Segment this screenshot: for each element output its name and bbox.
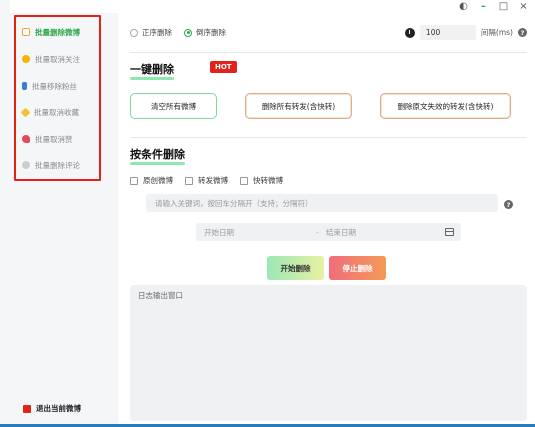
order-radio-group: 正序删除 倒序删除 <box>130 27 226 38</box>
clock-icon <box>404 27 415 38</box>
close-button[interactable]: × <box>518 1 529 12</box>
sidebar-item-unlike[interactable]: 批量取消赞 <box>22 132 73 146</box>
window-controls: ◐ – □ × <box>458 0 535 13</box>
checkbox-label: 原创微博 <box>143 176 173 185</box>
log-output-window[interactable]: 日志输出窗口 <box>130 285 527 421</box>
sidebar-item-label: 批量取消关注 <box>35 54 80 64</box>
post-type-filters: 原创微博 转发微博 快转微博 <box>130 175 283 186</box>
checkbox-box[interactable] <box>130 176 138 185</box>
clear-all-posts-button[interactable]: 清空所有微博 <box>130 93 217 119</box>
maximize-button[interactable]: □ <box>498 1 509 12</box>
quick-delete-title: 一键删除 <box>130 61 174 80</box>
date-range-picker[interactable]: 开始日期 - 结束日期 <box>196 223 461 241</box>
person-icon <box>22 55 30 63</box>
date-range-separator: - <box>316 227 319 237</box>
sidebar: 批量删除微博 批量取消关注 批量移除粉丝 批量取消收藏 批量取消赞 批量删除评论… <box>10 13 118 427</box>
original-posts-checkbox[interactable]: 原创微博 <box>130 175 173 186</box>
main-panel: 正序删除 倒序删除 100 间隔(ms) ? 一键删除 HOT 清空所有微博 删… <box>118 13 535 427</box>
sidebar-item-delete-posts[interactable]: 批量删除微博 <box>22 25 80 39</box>
comment-icon <box>22 161 30 169</box>
end-date-input[interactable]: 结束日期 <box>326 227 445 238</box>
heart-icon <box>22 135 30 143</box>
delete-all-reposts-button[interactable]: 删除所有转发(含快转) <box>245 93 352 119</box>
checkbox-label: 快转微博 <box>253 176 283 185</box>
hot-badge: HOT <box>210 61 237 73</box>
radio-circle[interactable] <box>184 28 192 37</box>
theme-toggle-icon[interactable]: ◐ <box>458 1 469 12</box>
logout-label: 退出当前微博 <box>36 404 81 413</box>
reposts-checkbox[interactable]: 转发微博 <box>185 175 228 186</box>
star-icon <box>20 107 31 117</box>
start-date-input[interactable]: 开始日期 <box>204 227 316 238</box>
sidebar-item-label: 批量取消赞 <box>35 134 73 144</box>
sidebar-item-label: 批量移除粉丝 <box>32 81 77 91</box>
sidebar-item-unfavorite[interactable]: 批量取消收藏 <box>20 105 79 119</box>
conditional-delete-title: 按条件删除 <box>130 146 185 165</box>
minimize-button[interactable]: – <box>478 1 489 12</box>
radio-circle[interactable] <box>130 28 138 37</box>
divider <box>130 52 527 53</box>
order-descending-radio[interactable]: 倒序删除 <box>184 27 226 38</box>
order-ascending-radio[interactable]: 正序删除 <box>130 27 172 38</box>
user-remove-icon <box>22 82 27 90</box>
keyword-help-icon[interactable]: ? <box>504 200 513 209</box>
sidebar-item-delete-comments[interactable]: 批量删除评论 <box>22 158 80 172</box>
sidebar-item-label: 批量删除微博 <box>35 27 80 37</box>
sidebar-highlight-box <box>14 15 101 181</box>
logout-icon <box>23 404 31 413</box>
logout-button[interactable]: 退出当前微博 <box>23 403 81 414</box>
sidebar-item-remove-fans[interactable]: 批量移除粉丝 <box>22 79 77 93</box>
left-edge-strip <box>0 0 10 427</box>
radio-label: 正序删除 <box>142 28 172 37</box>
quick-reposts-checkbox[interactable]: 快转微博 <box>240 175 283 186</box>
checkbox-label: 转发微博 <box>198 176 228 185</box>
divider <box>130 137 527 138</box>
sidebar-item-unfollow[interactable]: 批量取消关注 <box>22 52 80 66</box>
checkbox-box[interactable] <box>185 176 193 185</box>
calendar-icon[interactable] <box>445 228 454 236</box>
radio-label: 倒序删除 <box>196 28 226 37</box>
interval-input[interactable]: 100 <box>419 25 476 40</box>
stop-delete-button[interactable]: 停止删除 <box>329 256 386 280</box>
interval-unit-label: 间隔(ms) <box>480 28 513 37</box>
log-title: 日志输出窗口 <box>138 291 183 300</box>
sidebar-item-label: 批量删除评论 <box>35 160 80 170</box>
note-edit-icon <box>22 28 30 36</box>
sidebar-item-label: 批量取消收藏 <box>34 107 79 117</box>
interval-setting: 100 间隔(ms) ? <box>404 25 527 40</box>
delete-invalid-reposts-button[interactable]: 删除原文失效的转发(含快转) <box>380 93 511 119</box>
checkbox-box[interactable] <box>240 176 248 185</box>
help-icon[interactable]: ? <box>518 28 527 37</box>
keyword-input[interactable]: 请输入关键词，按回车分隔开（支持；分隔符） <box>146 194 498 212</box>
start-delete-button[interactable]: 开始删除 <box>267 256 324 280</box>
